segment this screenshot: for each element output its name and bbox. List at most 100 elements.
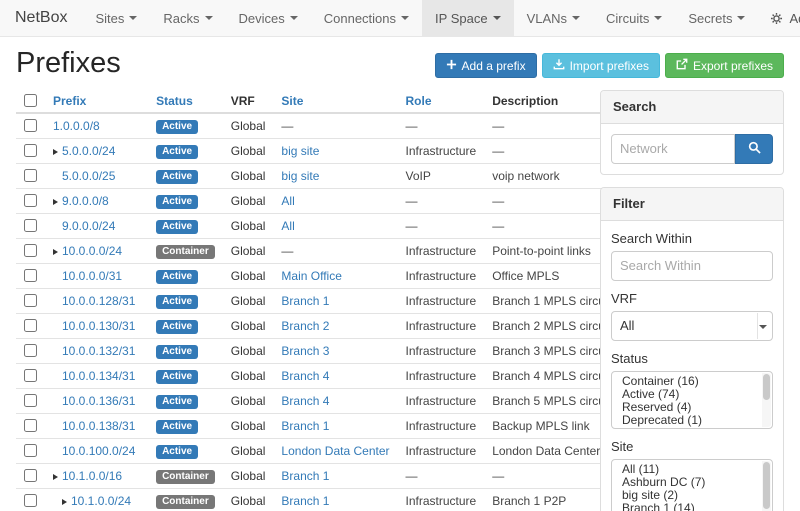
row-checkbox[interactable] <box>24 319 37 332</box>
row-checkbox[interactable] <box>24 144 37 157</box>
row-checkbox[interactable] <box>24 244 37 257</box>
brand-netbox[interactable]: NetBox <box>0 0 82 36</box>
prefix-link[interactable]: 10.0.0.130/31 <box>62 319 135 333</box>
nav-item-racks[interactable]: Racks <box>150 0 225 36</box>
status-badge: Active <box>156 195 198 209</box>
row-checkbox[interactable] <box>24 119 37 132</box>
filter-input-search-within[interactable] <box>611 251 773 281</box>
site-link[interactable]: Branch 1 <box>281 419 329 433</box>
row-checkbox[interactable] <box>24 444 37 457</box>
site-link[interactable]: Branch 3 <box>281 344 329 358</box>
nav-item-label: VLANs <box>527 11 567 26</box>
filter-select-vrf[interactable]: All <box>611 311 773 341</box>
option[interactable]: Branch 1 (14) <box>612 502 760 511</box>
filter-multiselect-status[interactable]: Container (16)Active (74)Reserved (4)Dep… <box>611 371 773 429</box>
row-checkbox[interactable] <box>24 469 37 482</box>
status-badge: Active <box>156 120 198 134</box>
add-prefix-button[interactable]: Add a prefix <box>435 53 537 78</box>
site-link[interactable]: Branch 1 <box>281 494 329 508</box>
prefix-link[interactable]: 9.0.0.0/8 <box>62 194 109 208</box>
prefix-link[interactable]: 10.0.0.0/31 <box>62 269 122 283</box>
column-header-prefix[interactable]: Prefix <box>45 90 148 113</box>
site-link[interactable]: Branch 4 <box>281 369 329 383</box>
prefix-link[interactable]: 1.0.0.0/8 <box>53 119 100 133</box>
import-prefixes-button[interactable]: Import prefixes <box>542 53 660 78</box>
site-link[interactable]: Branch 1 <box>281 469 329 483</box>
option[interactable]: Container (16) <box>612 375 760 388</box>
role-value: Infrastructure <box>406 394 477 408</box>
status-badge: Active <box>156 170 198 184</box>
page-content: Add a prefix Import prefixes Export pref… <box>0 48 800 511</box>
row-checkbox[interactable] <box>24 269 37 282</box>
option[interactable]: Active (74) <box>612 388 760 401</box>
column-header-role[interactable]: Role <box>398 90 485 113</box>
select-all-checkbox[interactable] <box>24 94 37 107</box>
sidebar: Search Filter <box>600 90 784 511</box>
column-header-status[interactable]: Status <box>148 90 223 113</box>
nav-item-connections[interactable]: Connections <box>311 0 422 36</box>
site-link[interactable]: big site <box>281 144 319 158</box>
site-link[interactable]: Main Office <box>281 269 341 283</box>
site-link[interactable]: London Data Center <box>281 444 389 458</box>
option[interactable]: Reserved (4) <box>612 401 760 414</box>
row-checkbox[interactable] <box>24 344 37 357</box>
description-value: — <box>492 469 504 483</box>
row-checkbox[interactable] <box>24 394 37 407</box>
prefix-link[interactable]: 10.1.0.0/24 <box>71 494 131 508</box>
row-checkbox[interactable] <box>24 169 37 182</box>
scrollbar[interactable] <box>762 461 771 511</box>
column-header-site[interactable]: Site <box>273 90 397 113</box>
row-checkbox[interactable] <box>24 219 37 232</box>
nav-item-sites[interactable]: Sites <box>82 0 150 36</box>
site-link[interactable]: Branch 1 <box>281 294 329 308</box>
nav-item-ip-space[interactable]: IP Space <box>422 0 514 36</box>
prefix-link[interactable]: 10.0.0.132/31 <box>62 344 135 358</box>
prefix-link[interactable]: 10.0.0.0/24 <box>62 244 122 258</box>
site-link[interactable]: big site <box>281 169 319 183</box>
prefix-link[interactable]: 9.0.0.0/24 <box>62 219 115 233</box>
table-header-row: Prefix Status VRF Site Role Description <box>16 90 702 113</box>
option[interactable]: Ashburn DC (7) <box>612 476 760 489</box>
export-prefixes-button[interactable]: Export prefixes <box>665 53 784 78</box>
description-value: — <box>492 194 504 208</box>
nav-menu: Sites Racks Devices Connections IP Space… <box>82 0 758 36</box>
filter-multiselect-site[interactable]: All (11)Ashburn DC (7)big site (2)Branch… <box>611 459 773 511</box>
search-input[interactable] <box>611 134 735 164</box>
row-checkbox[interactable] <box>24 494 37 507</box>
row-checkbox[interactable] <box>24 369 37 382</box>
prefix-link[interactable]: 10.0.0.134/31 <box>62 369 135 383</box>
nav-item-secrets[interactable]: Secrets <box>675 0 758 36</box>
filter-field: Site All (11)Ashburn DC (7)big site (2)B… <box>611 439 773 511</box>
row-checkbox[interactable] <box>24 294 37 307</box>
site-link[interactable]: All <box>281 219 294 233</box>
row-checkbox[interactable] <box>24 419 37 432</box>
option[interactable]: All (11) <box>612 463 760 476</box>
site-link[interactable]: Branch 4 <box>281 394 329 408</box>
table-row: 10.0.0.130/31 Active Global Branch 2 Inf… <box>16 313 702 338</box>
caret-right-icon <box>53 249 58 255</box>
option[interactable]: Deprecated (1) <box>612 414 760 427</box>
prefix-link[interactable]: 10.0.0.128/31 <box>62 294 135 308</box>
nav-item-vlans[interactable]: VLANs <box>514 0 593 36</box>
search-button[interactable] <box>735 134 773 164</box>
prefix-link[interactable]: 5.0.0.0/25 <box>62 169 115 183</box>
scrollbar-thumb[interactable] <box>763 462 770 509</box>
site-link[interactable]: Branch 2 <box>281 319 329 333</box>
option[interactable]: big site (2) <box>612 489 760 502</box>
prefix-link[interactable]: 5.0.0.0/24 <box>62 144 115 158</box>
row-checkbox[interactable] <box>24 194 37 207</box>
prefix-link[interactable]: 10.1.0.0/16 <box>62 469 122 483</box>
table-row: 10.0.0.0/24 Container Global — Infrastru… <box>16 238 702 263</box>
scrollbar-thumb[interactable] <box>763 374 770 400</box>
prefix-link[interactable]: 10.0.100.0/24 <box>62 444 135 458</box>
vrf-value: Global <box>231 219 266 233</box>
scrollbar[interactable] <box>762 373 771 427</box>
table-row: 9.0.0.0/8 Active Global All — — <box>16 188 702 213</box>
nav-item-circuits[interactable]: Circuits <box>593 0 675 36</box>
site-link[interactable]: All <box>281 194 294 208</box>
admin-link[interactable]: Admin <box>758 0 800 36</box>
nav-item-devices[interactable]: Devices <box>226 0 311 36</box>
prefix-link[interactable]: 10.0.0.136/31 <box>62 394 135 408</box>
prefix-link[interactable]: 10.0.0.138/31 <box>62 419 135 433</box>
column-header-vrf: VRF <box>223 90 274 113</box>
